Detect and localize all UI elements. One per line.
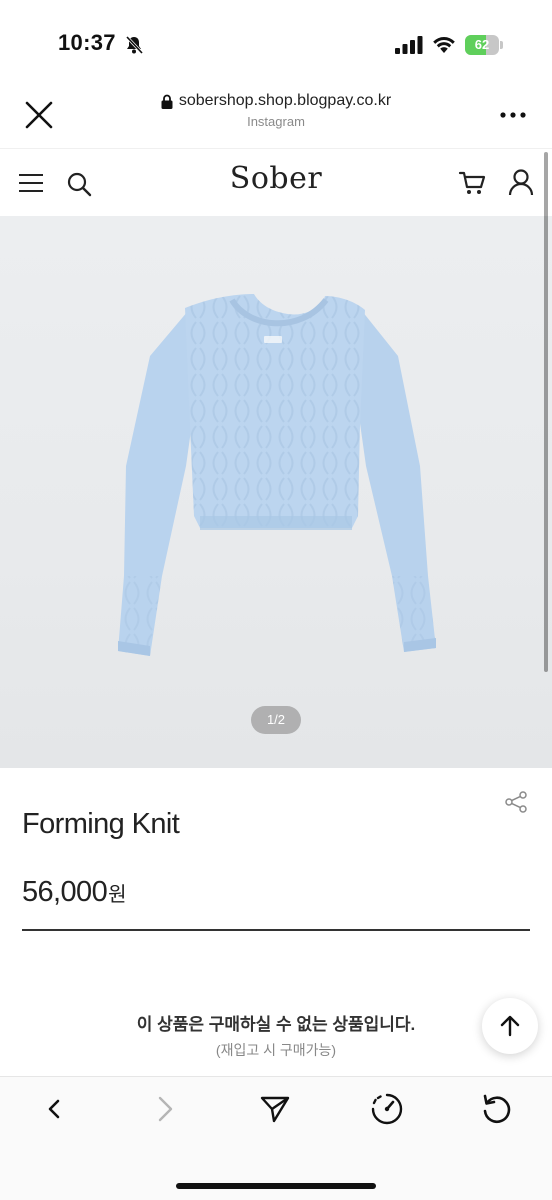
close-icon[interactable]	[20, 96, 58, 134]
status-bar: 10:37 62	[0, 0, 552, 80]
scroll-to-top-button[interactable]	[482, 998, 538, 1054]
user-icon[interactable]	[508, 168, 534, 196]
product-image[interactable]	[0, 216, 552, 768]
more-icon[interactable]	[498, 110, 528, 120]
lock-icon	[161, 94, 173, 109]
battery-body: 62	[465, 35, 499, 55]
site-header: Sober	[0, 148, 552, 216]
wifi-icon	[433, 37, 455, 53]
arrow-up-icon	[500, 1015, 520, 1037]
search-icon[interactable]	[66, 171, 92, 197]
speed-button[interactable]	[369, 1091, 405, 1127]
unavailable-message: 이 상품은 구매하실 수 없는 상품입니다.	[136, 1015, 416, 1034]
product-name: Forming Knit	[22, 808, 180, 840]
battery-icon: 62	[465, 35, 503, 55]
reload-button[interactable]	[479, 1091, 515, 1127]
share-send-button[interactable]	[257, 1091, 293, 1127]
back-button[interactable]	[36, 1091, 72, 1127]
scrollbar[interactable]	[544, 152, 548, 672]
browser-toolbar	[0, 1076, 552, 1200]
url-source: Instagram	[247, 114, 305, 129]
send-icon	[260, 1096, 290, 1123]
product-price: 56,000 원	[22, 876, 127, 909]
home-indicator[interactable]	[176, 1183, 376, 1189]
speedometer-icon	[371, 1093, 403, 1125]
battery-cap	[500, 41, 503, 49]
in-app-browser-bar: sobershop.shop.blogpay.co.kr Instagram	[0, 80, 552, 148]
price-divider	[22, 929, 530, 931]
restock-note: (재입고 시 구매가능)	[215, 1042, 337, 1058]
url-display[interactable]: sobershop.shop.blogpay.co.kr Instagram	[100, 92, 452, 129]
site-logo[interactable]: Sober	[176, 161, 376, 196]
image-pager: 1/2	[251, 706, 301, 734]
url-text: sobershop.shop.blogpay.co.kr	[178, 92, 392, 109]
product-photo-sweater	[118, 294, 436, 656]
signal-icon	[395, 36, 423, 54]
battery-level: 62	[474, 37, 490, 52]
price-currency: 원	[108, 884, 127, 906]
reload-icon	[483, 1094, 511, 1124]
chevron-right-icon	[158, 1096, 173, 1122]
forward-button[interactable]	[148, 1091, 184, 1127]
chevron-left-icon	[48, 1099, 60, 1119]
price-value: 56,000	[22, 876, 108, 908]
status-time: 10:37	[58, 30, 116, 55]
cart-icon[interactable]	[458, 169, 486, 197]
url-line: sobershop.shop.blogpay.co.kr	[100, 92, 452, 110]
mute-icon	[125, 35, 144, 55]
share-icon[interactable]	[504, 790, 528, 814]
menu-icon[interactable]	[18, 171, 44, 195]
